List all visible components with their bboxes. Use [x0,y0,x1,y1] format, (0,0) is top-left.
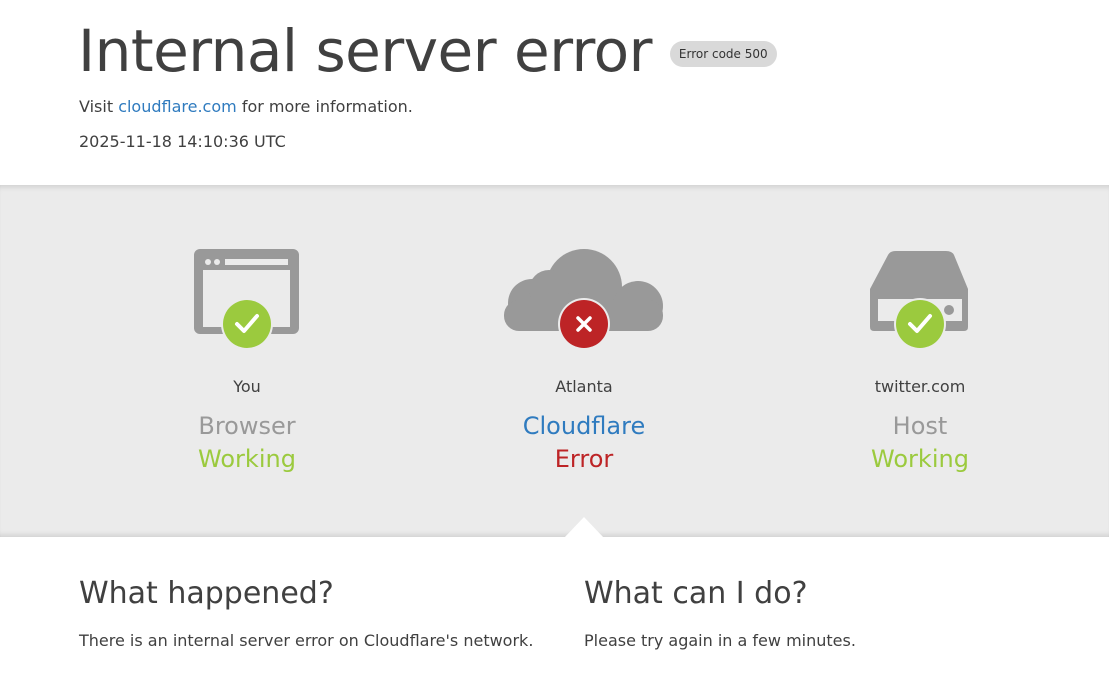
server-drive-icon [870,251,968,350]
browser-window-icon [194,249,299,350]
visit-line: Visit cloudflare.com for more informatio… [79,96,413,118]
timestamp: 2025-11-18 14:10:36 UTC [79,132,286,151]
what-happened-text: There is an internal server error on Clo… [79,631,534,650]
host-location: twitter.com [874,377,966,396]
cloudflare-location: Atlanta [555,377,613,396]
page-title: Internal server error [78,17,652,85]
what-can-i-do: What can I do? Please try again in a few… [584,574,1044,652]
host-state: Working [871,445,969,473]
check-icon [894,298,946,350]
visit-prefix: Visit [79,97,114,116]
status-pointer [564,517,604,538]
check-icon [221,298,273,350]
info-section: What happened? There is an internal serv… [0,537,1109,696]
host-role: Host [892,412,948,440]
title-row: Internal server error Error code 500 [78,14,777,88]
cloudflare-role-link[interactable]: Cloudflare [434,410,734,442]
what-happened: What happened? There is an internal serv… [79,574,539,652]
host-icon-wrap [770,245,1070,355]
cloud-icon-wrap [434,245,734,355]
browser-location: You [233,377,261,396]
cloud-icon [504,249,663,350]
cloudflare-link[interactable]: cloudflare.com [118,97,237,116]
what-happened-title: What happened? [79,576,334,611]
x-icon [558,298,610,350]
error-code-badge: Error code 500 [669,41,777,67]
error-header: Internal server error Error code 500 Vis… [0,0,1109,185]
what-can-i-do-text: Please try again in a few minutes. [584,631,856,650]
visit-suffix: for more information. [241,97,413,116]
status-band: You Browser Working Atlanta Cloudflare E… [0,185,1109,537]
browser-role: Browser [198,412,296,440]
cloudflare-state: Error [554,445,614,473]
browser-icon-wrap [97,245,397,355]
browser-state: Working [198,445,296,473]
what-can-i-do-title: What can I do? [584,576,808,611]
